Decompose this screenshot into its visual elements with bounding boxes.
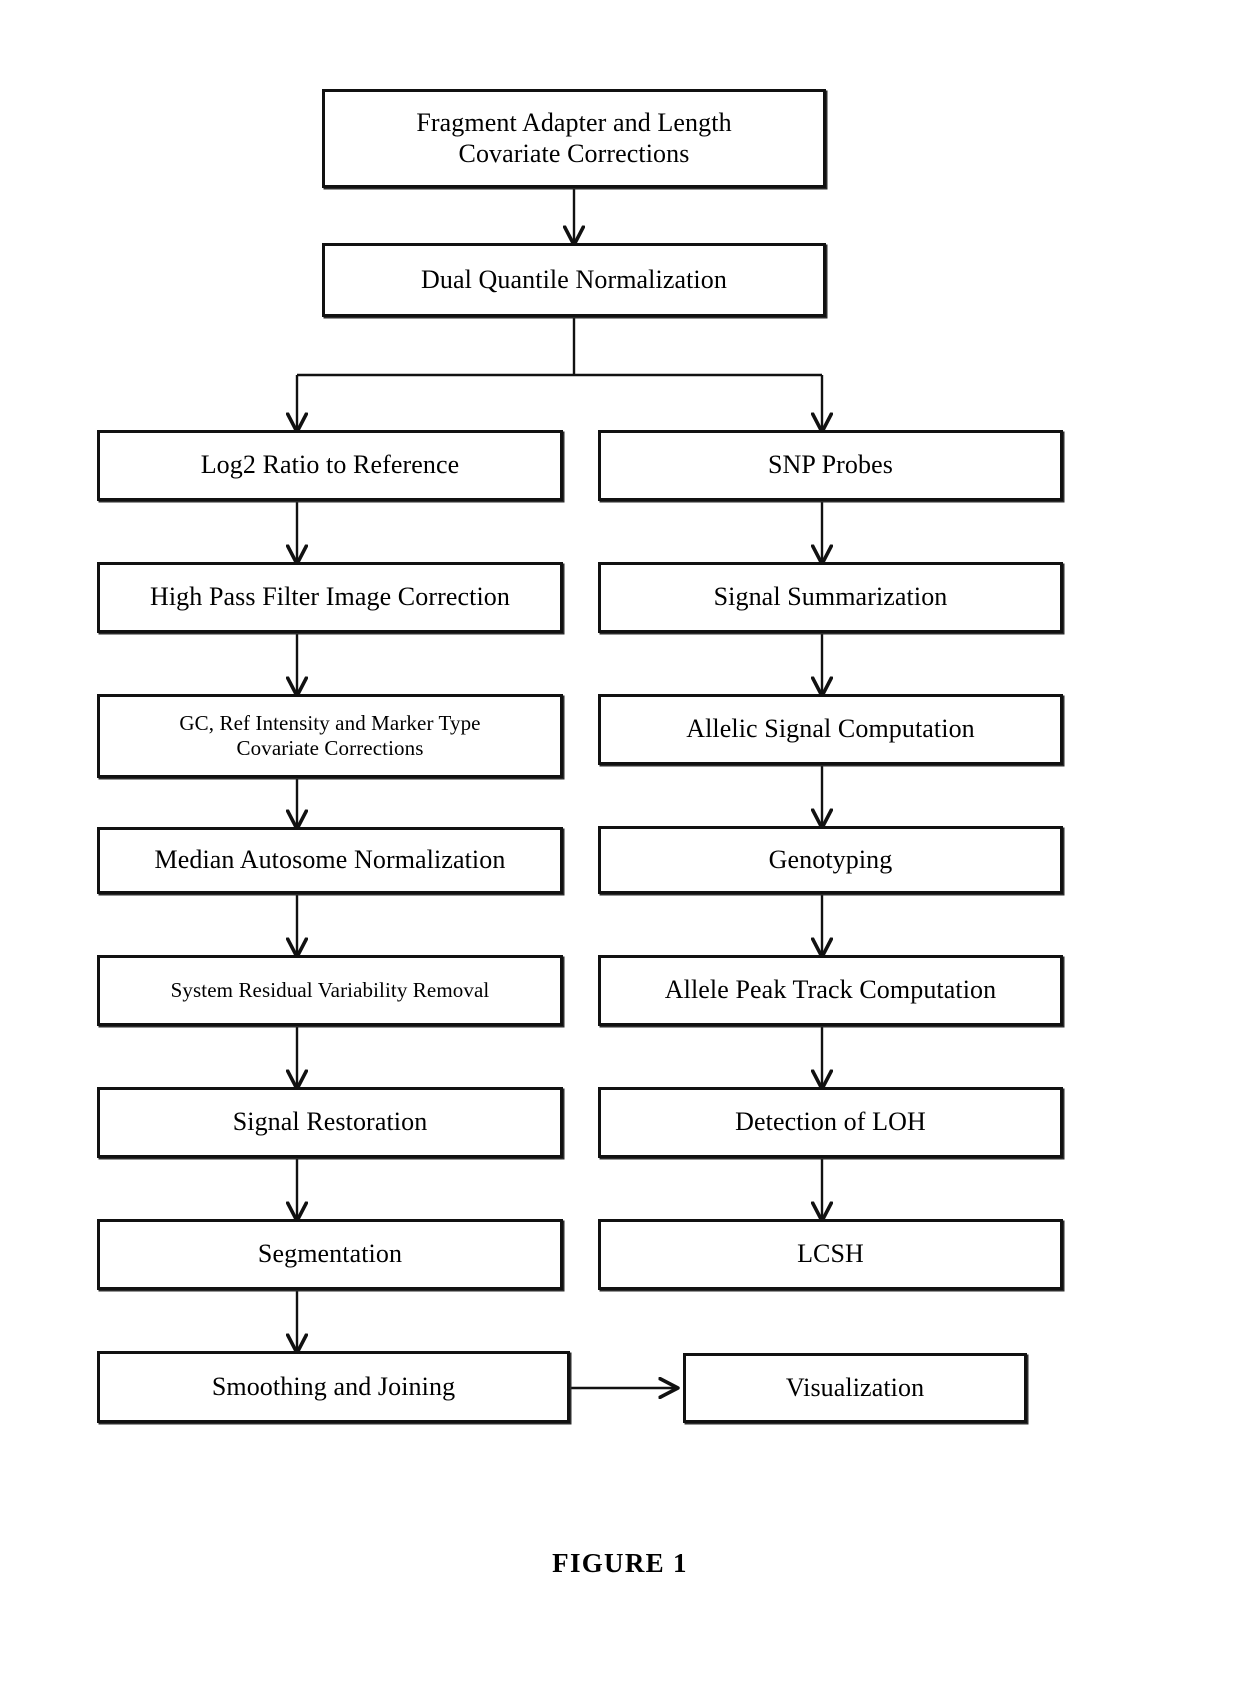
node-signal-restoration-label: Signal Restoration — [232, 1107, 428, 1137]
node-detection-loh-label: Detection of LOH — [735, 1107, 926, 1137]
node-fragment-adapter-label: Fragment Adapter and Length Covariate Co… — [416, 107, 732, 168]
node-high-pass-filter-label: High Pass Filter Image Correction — [149, 582, 510, 612]
node-visualization[interactable]: Visualization — [683, 1353, 1027, 1423]
node-lcsh-label: LCSH — [797, 1239, 864, 1269]
figure-canvas: Fragment Adapter and Length Covariate Co… — [0, 0, 1240, 1683]
node-allelic-signal[interactable]: Allelic Signal Computation — [598, 694, 1063, 765]
node-log2-ratio-label: Log2 Ratio to Reference — [200, 450, 460, 480]
node-signal-restoration[interactable]: Signal Restoration — [97, 1087, 563, 1158]
node-allele-peak-track-label: Allele Peak Track Computation — [664, 975, 997, 1005]
node-smoothing-joining-label: Smoothing and Joining — [211, 1371, 456, 1401]
node-smoothing-joining[interactable]: Smoothing and Joining — [97, 1351, 570, 1423]
node-median-autosome[interactable]: Median Autosome Normalization — [97, 827, 563, 894]
node-signal-summarization-label: Signal Summarization — [713, 582, 948, 612]
node-detection-loh[interactable]: Detection of LOH — [598, 1087, 1063, 1158]
node-gc-ref-intensity-label: GC, Ref Intensity and Marker Type Covari… — [179, 711, 481, 760]
node-system-residual-label: System Residual Variability Removal — [170, 978, 490, 1003]
node-gc-ref-intensity[interactable]: GC, Ref Intensity and Marker Type Covari… — [97, 694, 563, 778]
node-fragment-adapter[interactable]: Fragment Adapter and Length Covariate Co… — [322, 89, 826, 188]
node-snp-probes-label: SNP Probes — [767, 450, 893, 480]
node-log2-ratio[interactable]: Log2 Ratio to Reference — [97, 430, 563, 501]
node-snp-probes[interactable]: SNP Probes — [598, 430, 1063, 501]
node-allelic-signal-label: Allelic Signal Computation — [686, 714, 975, 744]
node-genotyping[interactable]: Genotyping — [598, 826, 1063, 894]
node-genotyping-label: Genotyping — [768, 844, 893, 874]
node-high-pass-filter[interactable]: High Pass Filter Image Correction — [97, 562, 563, 633]
node-dual-quantile[interactable]: Dual Quantile Normalization — [322, 243, 826, 317]
node-segmentation[interactable]: Segmentation — [97, 1219, 563, 1290]
node-lcsh[interactable]: LCSH — [598, 1219, 1063, 1290]
node-allele-peak-track[interactable]: Allele Peak Track Computation — [598, 955, 1063, 1026]
figure-caption: FIGURE 1 — [552, 1548, 688, 1578]
node-segmentation-label: Segmentation — [257, 1239, 403, 1269]
node-median-autosome-label: Median Autosome Normalization — [154, 845, 506, 875]
node-dual-quantile-label: Dual Quantile Normalization — [421, 264, 727, 294]
node-system-residual[interactable]: System Residual Variability Removal — [97, 955, 563, 1026]
node-signal-summarization[interactable]: Signal Summarization — [598, 562, 1063, 633]
node-visualization-label: Visualization — [785, 1372, 925, 1402]
